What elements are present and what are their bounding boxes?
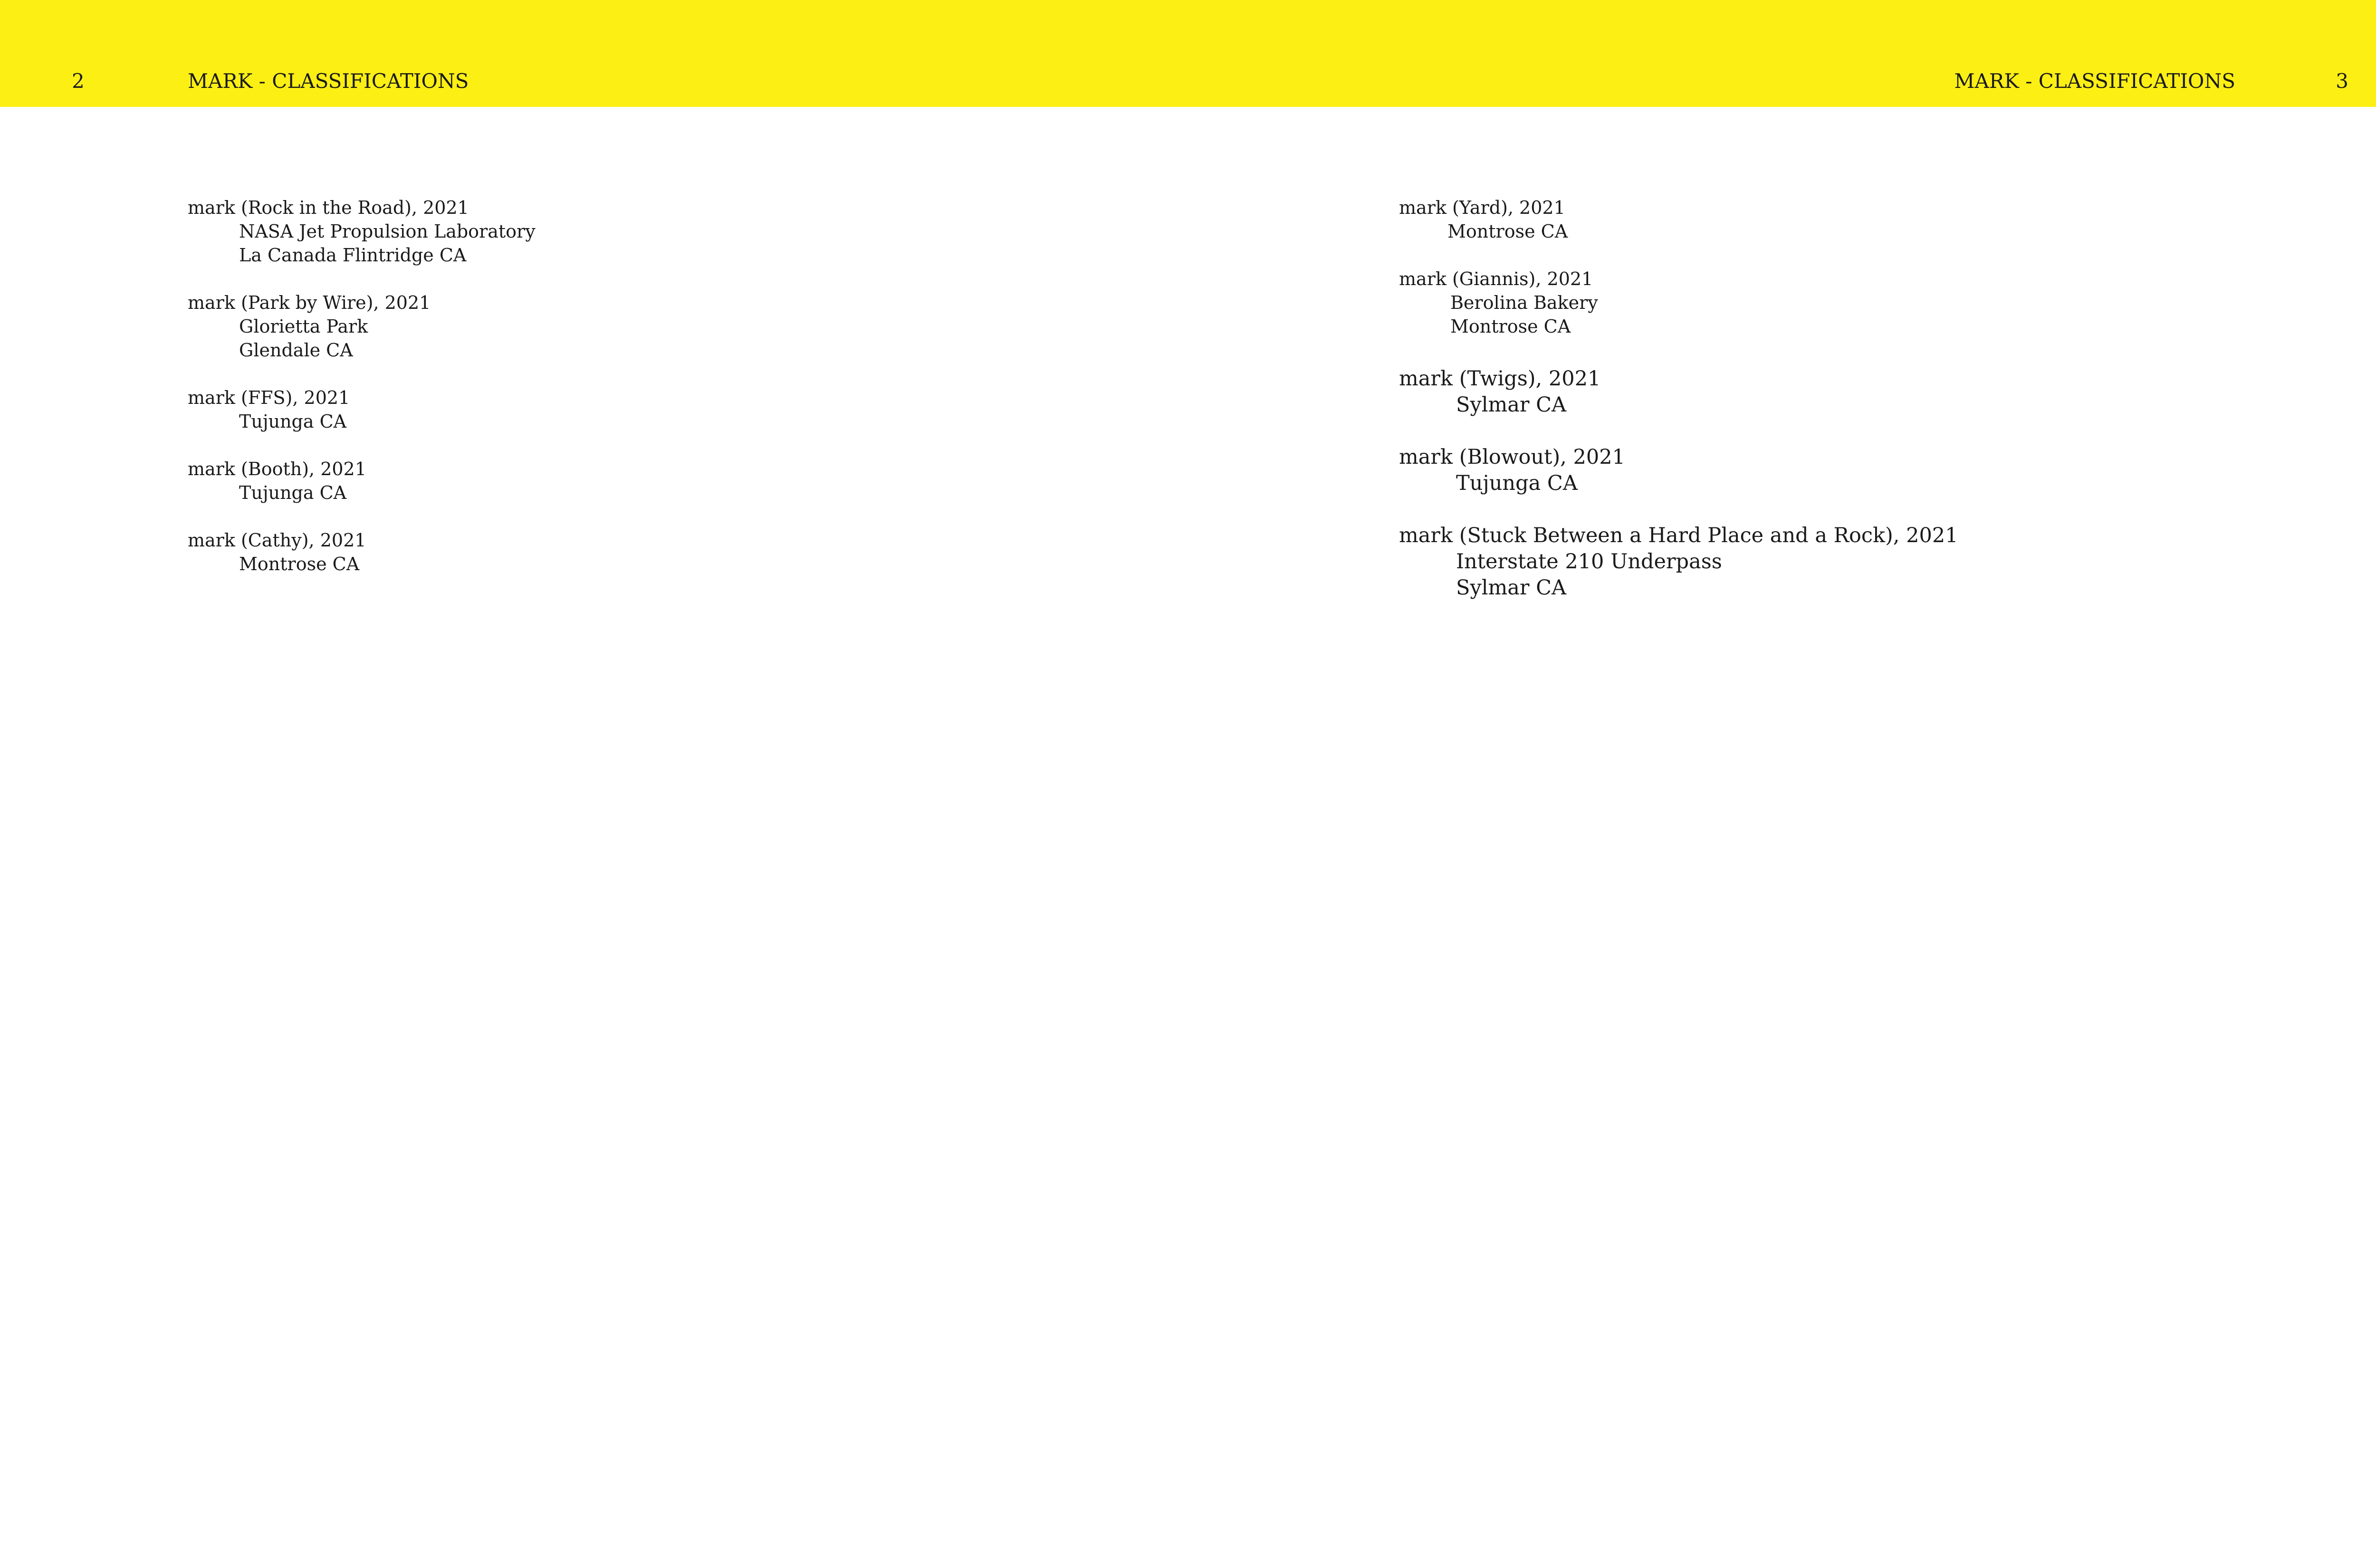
entry-booth: mark (Booth), 2021 Tujunga CA bbox=[188, 457, 366, 505]
header-band: 2 MARK - CLASSIFICATIONS MARK - CLASSIFI… bbox=[0, 0, 2376, 107]
entry-title: mark (Yard), 2021 bbox=[1399, 197, 1565, 218]
entry-location: Interstate 210 Underpass bbox=[1456, 550, 1722, 574]
left-page-number: 2 bbox=[72, 69, 85, 93]
entry-blowout: mark (Blowout), 2021 Tujunga CA bbox=[1399, 444, 1625, 497]
entry-title: mark (Park by Wire), 2021 bbox=[188, 292, 431, 313]
right-page-number: 3 bbox=[2336, 69, 2348, 93]
entry-ffs: mark (FFS), 2021 Tujunga CA bbox=[188, 386, 350, 433]
entry-location: Tujunga CA bbox=[1456, 471, 1578, 495]
entry-title: mark (Twigs), 2021 bbox=[1399, 367, 1601, 391]
entry-location: Glendale CA bbox=[239, 340, 353, 361]
entry-location: Sylmar CA bbox=[1456, 393, 1567, 417]
entry-location: Montrose CA bbox=[1447, 221, 1568, 242]
entry-yard: mark (Yard), 2021 Montrose CA bbox=[1399, 196, 1568, 243]
entry-location: Berolina Bakery bbox=[1450, 292, 1598, 313]
entry-twigs: mark (Twigs), 2021 Sylmar CA bbox=[1399, 366, 1600, 418]
entry-location: Sylmar CA bbox=[1456, 576, 1567, 600]
entry-title: mark (Giannis), 2021 bbox=[1399, 268, 1593, 289]
entry-title: mark (Stuck Between a Hard Place and a R… bbox=[1399, 524, 1958, 547]
entry-location: La Canada Flintridge CA bbox=[239, 245, 467, 266]
entry-giannis: mark (Giannis), 2021 Berolina Bakery Mon… bbox=[1399, 267, 1598, 338]
right-running-head: MARK - CLASSIFICATIONS bbox=[1954, 69, 2235, 93]
entry-stuck-between: mark (Stuck Between a Hard Place and a R… bbox=[1399, 523, 1958, 601]
entry-location: Tujunga CA bbox=[239, 482, 347, 503]
entry-rock-in-the-road: mark (Rock in the Road), 2021 NASA Jet P… bbox=[188, 196, 536, 267]
entry-location: Montrose CA bbox=[1450, 316, 1571, 337]
entry-cathy: mark (Cathy), 2021 Montrose CA bbox=[188, 528, 366, 576]
entry-park-by-wire: mark (Park by Wire), 2021 Glorietta Park… bbox=[188, 291, 431, 362]
entry-location: Montrose CA bbox=[239, 554, 360, 574]
entry-title: mark (Blowout), 2021 bbox=[1399, 445, 1625, 469]
entry-title: mark (Rock in the Road), 2021 bbox=[188, 197, 469, 218]
entry-title: mark (FFS), 2021 bbox=[188, 387, 350, 408]
entry-title: mark (Booth), 2021 bbox=[188, 459, 366, 479]
left-running-head: MARK - CLASSIFICATIONS bbox=[188, 69, 469, 93]
entry-title: mark (Cathy), 2021 bbox=[188, 530, 366, 551]
entry-location: Tujunga CA bbox=[239, 411, 347, 432]
entry-location: Glorietta Park bbox=[239, 316, 368, 337]
entry-location: NASA Jet Propulsion Laboratory bbox=[239, 221, 536, 242]
